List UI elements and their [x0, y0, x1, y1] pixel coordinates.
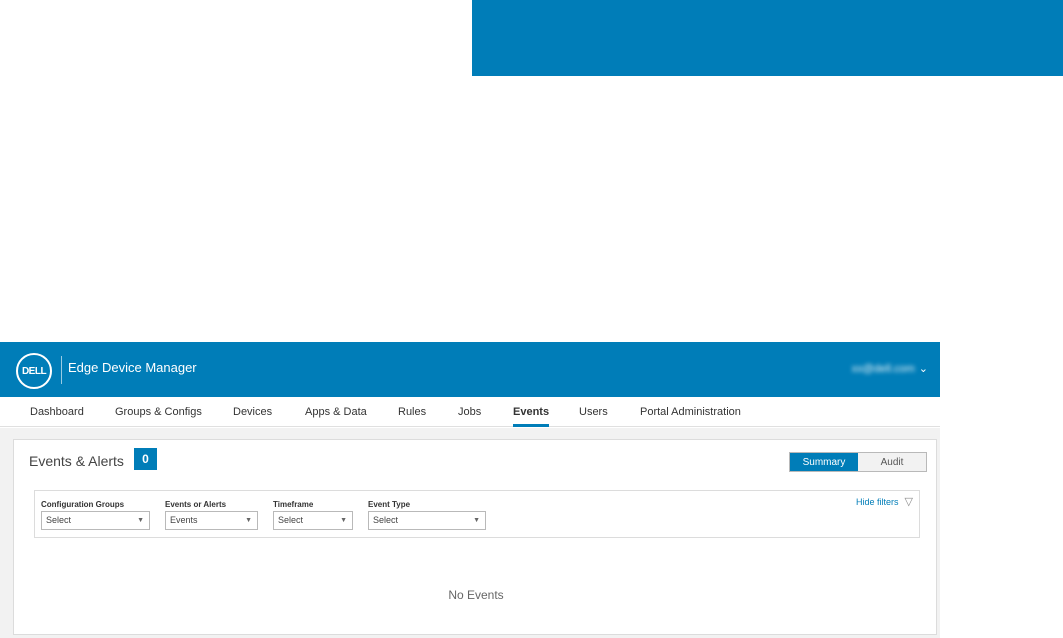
- filter-bar: Configuration Groups Select ▼ Events or …: [34, 490, 920, 538]
- nav-item-rules[interactable]: Rules: [398, 406, 426, 427]
- filter-label: Timeframe: [273, 500, 314, 509]
- app-title: Edge Device Manager: [68, 360, 197, 375]
- app-header: DELL Edge Device Manager xx@dell.com ⌄: [0, 342, 940, 397]
- filter-label: Event Type: [368, 500, 411, 509]
- event-count-badge: 0: [134, 448, 157, 470]
- nav-item-portal-administration[interactable]: Portal Administration: [640, 406, 741, 427]
- filter-timeframe: Timeframe Select ▼: [273, 500, 353, 530]
- filter-label: Configuration Groups: [41, 500, 125, 509]
- select-value: Events: [170, 515, 198, 525]
- filter-events-or-alerts: Events or Alerts Events ▼: [165, 500, 258, 530]
- nav-item-groups-configs[interactable]: Groups & Configs: [115, 406, 202, 427]
- select-value: Select: [373, 515, 399, 525]
- timeframe-select[interactable]: Select ▼: [273, 511, 353, 530]
- app-window: DELL Edge Device Manager xx@dell.com ⌄ D…: [0, 342, 940, 638]
- caret-down-icon: ▼: [473, 517, 480, 524]
- caret-down-icon: ▼: [137, 517, 144, 524]
- nav-item-apps-data[interactable]: Apps & Data: [305, 406, 367, 427]
- hide-filters-link[interactable]: Hide filters ▽: [856, 495, 913, 508]
- header-divider: [61, 356, 62, 384]
- nav-item-devices[interactable]: Devices: [233, 406, 272, 427]
- filter-icon: ▽: [904, 496, 913, 508]
- view-toggle: Summary Audit: [789, 452, 927, 472]
- empty-state-message: No Events: [448, 588, 504, 602]
- nav-item-jobs[interactable]: Jobs: [458, 406, 481, 427]
- filter-label: Events or Alerts: [165, 500, 227, 509]
- dell-logo[interactable]: DELL: [16, 353, 52, 389]
- top-banner: [472, 0, 1063, 76]
- summary-button[interactable]: Summary: [790, 453, 858, 471]
- hide-filters-label: Hide filters: [856, 496, 899, 507]
- user-email: xx@dell.com: [851, 362, 915, 375]
- select-value: Select: [46, 515, 72, 525]
- chevron-down-icon: ⌄: [918, 363, 928, 375]
- user-menu[interactable]: xx@dell.com ⌄: [851, 362, 928, 376]
- configuration-groups-select[interactable]: Select ▼: [41, 511, 150, 530]
- events-panel: Events & Alerts 0 Summary Audit Configur…: [13, 439, 937, 635]
- caret-down-icon: ▼: [340, 517, 347, 524]
- nav-item-events[interactable]: Events: [513, 406, 550, 427]
- audit-button[interactable]: Audit: [858, 453, 926, 471]
- nav-item-dashboard[interactable]: Dashboard: [30, 406, 84, 427]
- nav-item-users[interactable]: Users: [579, 406, 608, 427]
- event-type-select[interactable]: Select ▼: [368, 511, 486, 530]
- page-title: Events & Alerts: [29, 453, 124, 469]
- main-nav: Dashboard Groups & Configs Devices Apps …: [0, 397, 940, 427]
- select-value: Select: [278, 515, 304, 525]
- filter-event-type: Event Type Select ▼: [368, 500, 486, 530]
- caret-down-icon: ▼: [245, 517, 252, 524]
- events-or-alerts-select[interactable]: Events ▼: [165, 511, 258, 530]
- filter-configuration-groups: Configuration Groups Select ▼: [41, 500, 150, 530]
